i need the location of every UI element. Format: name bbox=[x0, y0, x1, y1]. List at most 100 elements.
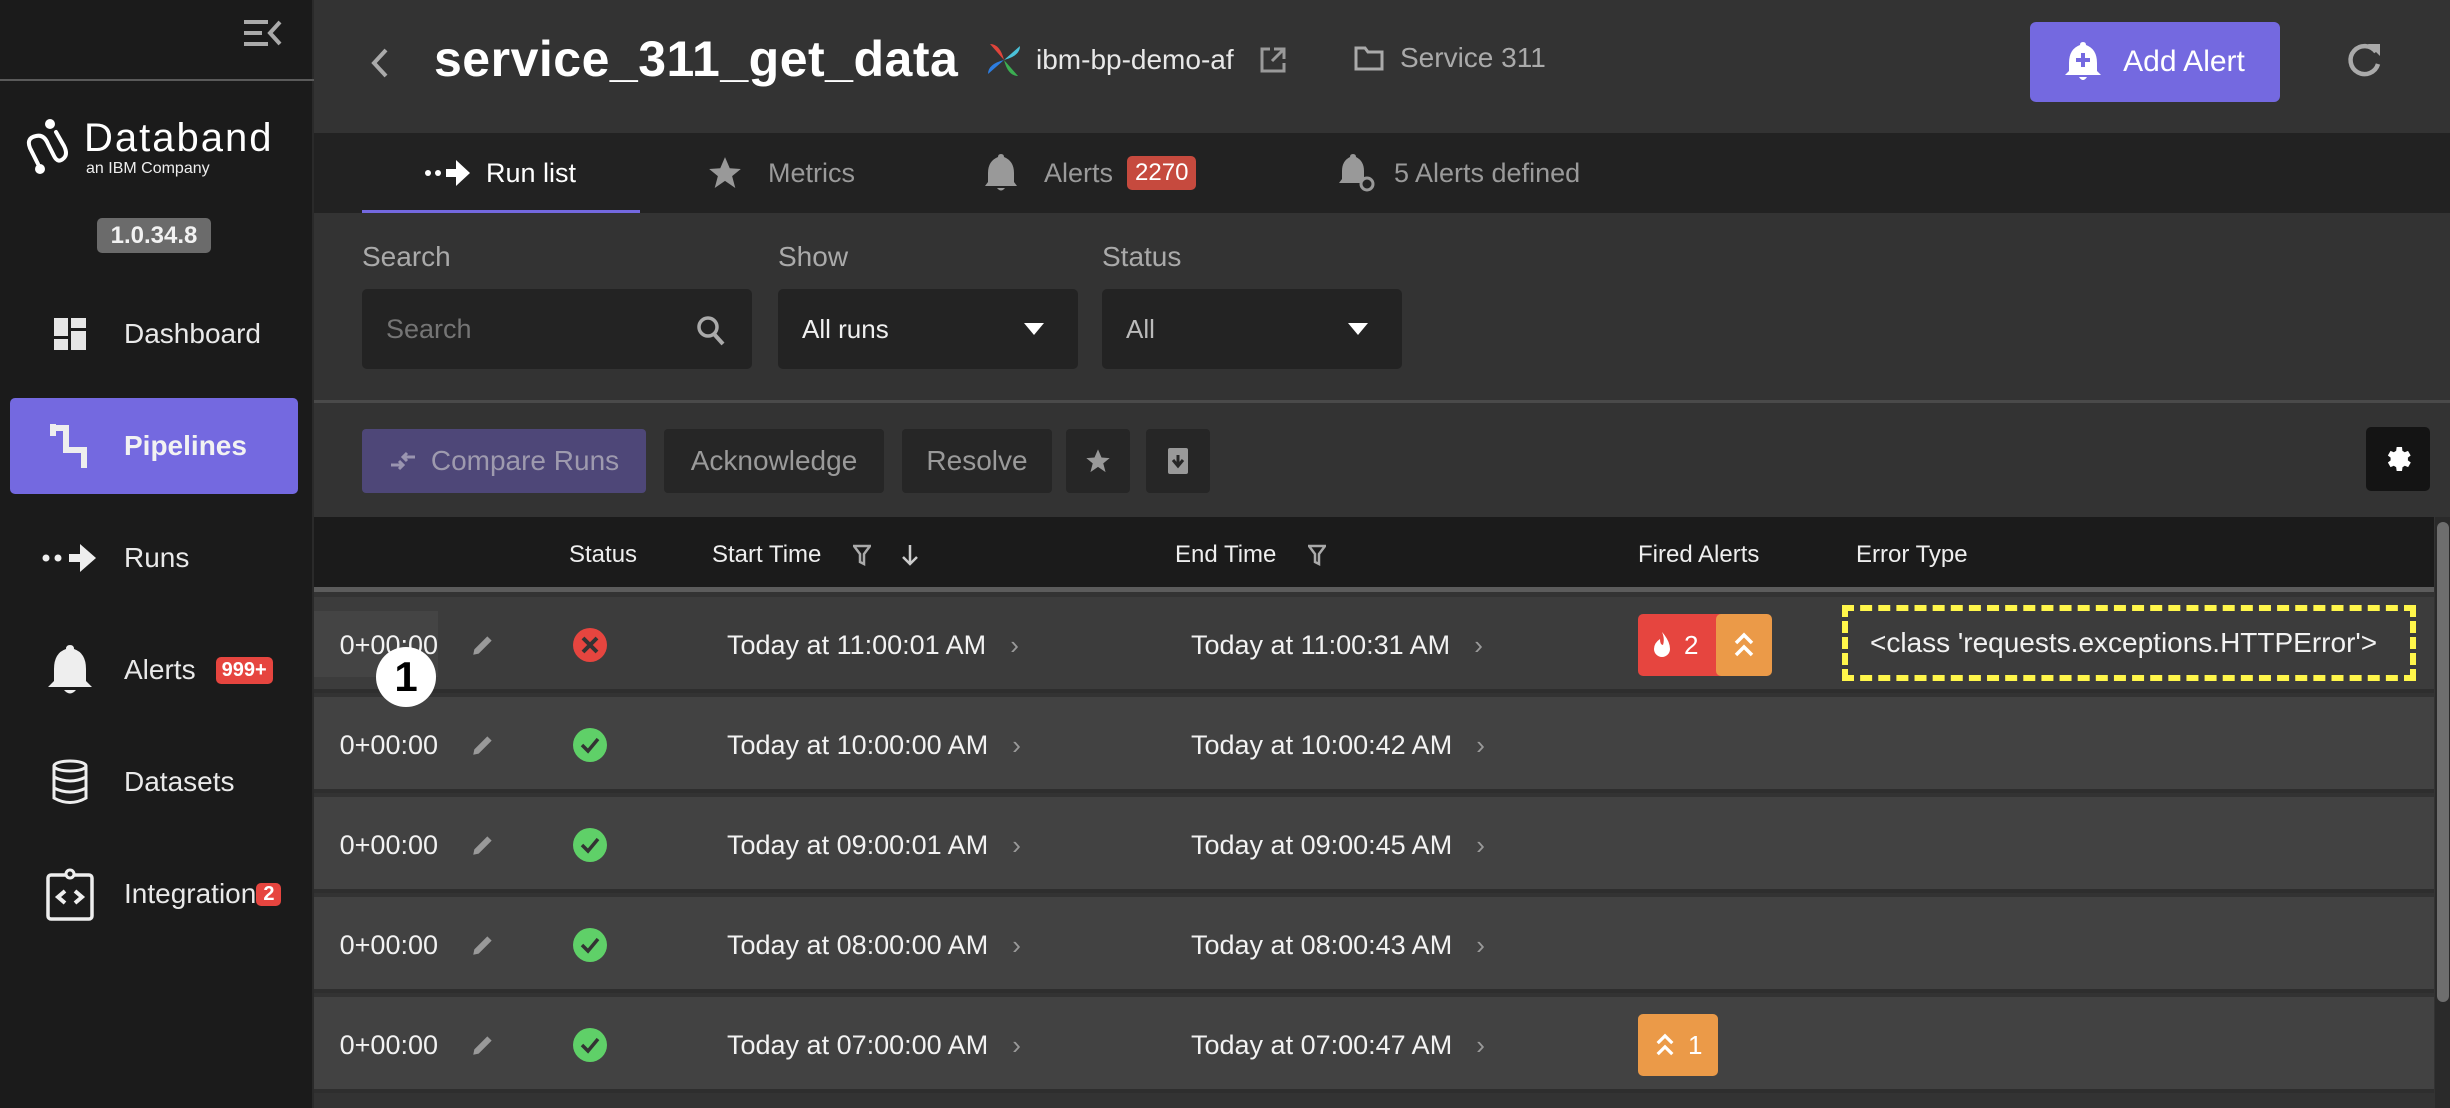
table-row[interactable]: 0+00:00 Today at 09:00:01 AM › Today at 0… bbox=[314, 797, 2434, 893]
sidebar-item-label: Datasets bbox=[124, 766, 235, 797]
back-button[interactable] bbox=[370, 45, 390, 90]
search-field[interactable] bbox=[362, 289, 752, 369]
run-name[interactable]: 0+00:00 bbox=[314, 897, 438, 993]
tab-alerts-defined[interactable]: 5 Alerts defined bbox=[1338, 133, 1580, 213]
table-row[interactable]: 0+00:00 1 Today at 11:00:01 AM › Today at… bbox=[314, 597, 2434, 707]
chevron-left-icon bbox=[371, 48, 388, 78]
search-icon[interactable] bbox=[696, 315, 726, 347]
column-label: End Time bbox=[1175, 541, 1277, 568]
status-select[interactable]: All bbox=[1102, 289, 1402, 369]
dropdown-caret-icon bbox=[1024, 323, 1044, 335]
runs-icon bbox=[40, 544, 100, 572]
resolve-button[interactable]: Resolve bbox=[902, 429, 1052, 493]
critical-alert-badge[interactable]: 2 bbox=[1638, 614, 1729, 676]
sidebar-item-dashboard[interactable]: Dashboard bbox=[10, 286, 298, 382]
sidebar-item-pipelines[interactable]: Pipelines bbox=[10, 398, 298, 494]
collapse-sidebar-button[interactable] bbox=[244, 18, 282, 48]
actions-toolbar: Compare Runs Acknowledge Resolve bbox=[314, 403, 2450, 517]
sidebar-item-label: Integration bbox=[124, 878, 257, 909]
column-end-time[interactable]: End Time bbox=[1175, 541, 1327, 569]
end-time[interactable]: Today at 11:00:31 AM › bbox=[1191, 597, 1483, 693]
run-name[interactable]: 0+00:00 bbox=[314, 697, 438, 793]
tab-bar: Run list Metrics Alerts 2270 5 Alerts de… bbox=[314, 133, 2450, 214]
gear-icon bbox=[2387, 447, 2411, 471]
filter-icon[interactable] bbox=[1308, 544, 1327, 566]
refresh-button[interactable] bbox=[2344, 40, 2384, 84]
high-alert-badge[interactable] bbox=[1716, 614, 1773, 676]
show-select[interactable]: All runs bbox=[778, 289, 1078, 369]
column-fired-alerts[interactable]: Fired Alerts bbox=[1638, 541, 1759, 569]
project-name: Service 311 bbox=[1400, 42, 1546, 73]
add-alert-button[interactable]: Add Alert bbox=[2030, 22, 2280, 102]
tab-run-list[interactable]: Run list bbox=[424, 133, 576, 213]
scrollbar-thumb[interactable] bbox=[2437, 522, 2449, 1002]
end-time-text: Today at 11:00:31 AM bbox=[1191, 629, 1451, 660]
acknowledge-button[interactable]: Acknowledge bbox=[664, 429, 884, 493]
edit-button[interactable] bbox=[470, 797, 496, 893]
column-status[interactable]: Status bbox=[569, 541, 637, 569]
external-link-icon[interactable] bbox=[1260, 47, 1286, 73]
table-row[interactable]: 0+00:00 Today at 08:00:00 AM › Today at 0… bbox=[314, 897, 2434, 993]
table-row[interactable]: 0+00:00 Today at 07:00:00 AM › Today at 0… bbox=[314, 997, 2434, 1093]
filter-icon[interactable] bbox=[853, 544, 872, 566]
edit-button[interactable] bbox=[470, 897, 496, 993]
logo-subtitle: an IBM Company bbox=[86, 160, 210, 177]
sidebar-item-label: Pipelines bbox=[124, 430, 247, 461]
status-success bbox=[572, 897, 608, 993]
fired-alerts[interactable]: 2 bbox=[1638, 597, 1773, 693]
sort-descending-icon[interactable] bbox=[901, 543, 919, 567]
chevron-right-icon: › bbox=[1012, 729, 1021, 760]
compare-icon bbox=[390, 451, 415, 471]
run-name[interactable]: 0+00:00 bbox=[314, 997, 438, 1093]
column-error-type[interactable]: Error Type bbox=[1856, 541, 1968, 569]
integration-count-badge: 2 bbox=[256, 882, 282, 906]
sidebar-item-datasets[interactable]: Datasets bbox=[10, 734, 298, 830]
chevron-right-icon: › bbox=[1010, 629, 1019, 660]
alerts-tab-badge: 2270 bbox=[1127, 156, 1197, 190]
tab-alerts[interactable]: Alerts 2270 bbox=[984, 133, 1197, 213]
success-status-icon bbox=[573, 928, 607, 962]
source-link[interactable]: ibm-bp-demo-af bbox=[986, 42, 1286, 78]
end-time[interactable]: Today at 07:00:47 AM › bbox=[1191, 997, 1485, 1093]
end-time-text: Today at 09:00:45 AM bbox=[1191, 829, 1453, 860]
table-row[interactable]: 0+00:00 Today at 10:00:00 AM › Today at 1… bbox=[314, 697, 2434, 793]
sidebar-item-label: Dashboard bbox=[124, 318, 261, 349]
fired-alerts[interactable]: 1 bbox=[1638, 997, 1719, 1093]
column-start-time[interactable]: Start Time bbox=[712, 541, 919, 569]
project-link[interactable]: Service 311 bbox=[1354, 42, 1546, 74]
table-scrollbar[interactable] bbox=[2435, 517, 2450, 1108]
alerts-count-badge: 999+ bbox=[215, 656, 273, 684]
bell-icon bbox=[985, 154, 1017, 191]
start-time[interactable]: Today at 10:00:00 AM › bbox=[727, 697, 1021, 793]
tab-metrics[interactable]: Metrics bbox=[706, 133, 855, 213]
end-time[interactable]: Today at 09:00:45 AM › bbox=[1191, 797, 1485, 893]
edit-button[interactable] bbox=[470, 697, 496, 793]
edit-button[interactable] bbox=[470, 597, 496, 693]
start-time[interactable]: Today at 11:00:01 AM › bbox=[727, 597, 1019, 693]
table-settings-button[interactable] bbox=[2366, 427, 2430, 491]
end-time[interactable]: Today at 10:00:42 AM › bbox=[1191, 697, 1485, 793]
show-label: Show bbox=[778, 241, 849, 272]
search-input[interactable] bbox=[386, 313, 686, 345]
sidebar-item-alerts[interactable]: Alerts 999+ bbox=[10, 622, 298, 718]
source-name: ibm-bp-demo-af bbox=[1036, 44, 1234, 75]
archive-button[interactable] bbox=[1146, 429, 1210, 493]
version-badge: 1.0.34.8 bbox=[97, 218, 211, 253]
favorite-button[interactable] bbox=[1066, 429, 1130, 493]
start-time[interactable]: Today at 09:00:01 AM › bbox=[727, 797, 1021, 893]
sidebar-item-runs[interactable]: Runs bbox=[10, 510, 298, 606]
pencil-icon bbox=[473, 936, 492, 955]
high-alert-badge[interactable]: 1 bbox=[1638, 1014, 1719, 1076]
run-name[interactable]: 0+00:00 bbox=[314, 797, 438, 893]
start-time[interactable]: Today at 08:00:00 AM › bbox=[727, 897, 1021, 993]
database-icon bbox=[40, 759, 100, 805]
pencil-icon bbox=[473, 1036, 492, 1055]
page-title: service_311_get_data bbox=[434, 31, 959, 87]
error-type[interactable]: <class 'requests.exceptions.HTTPError'> bbox=[1842, 605, 2416, 681]
start-time[interactable]: Today at 07:00:00 AM › bbox=[727, 997, 1021, 1093]
edit-button[interactable] bbox=[470, 997, 496, 1093]
end-time[interactable]: Today at 08:00:43 AM › bbox=[1191, 897, 1485, 993]
compare-runs-button[interactable]: Compare Runs bbox=[362, 429, 646, 493]
sidebar-item-integration[interactable]: Integration 2 bbox=[10, 846, 298, 942]
databand-logo[interactable]: Databand an IBM Company bbox=[24, 118, 273, 178]
